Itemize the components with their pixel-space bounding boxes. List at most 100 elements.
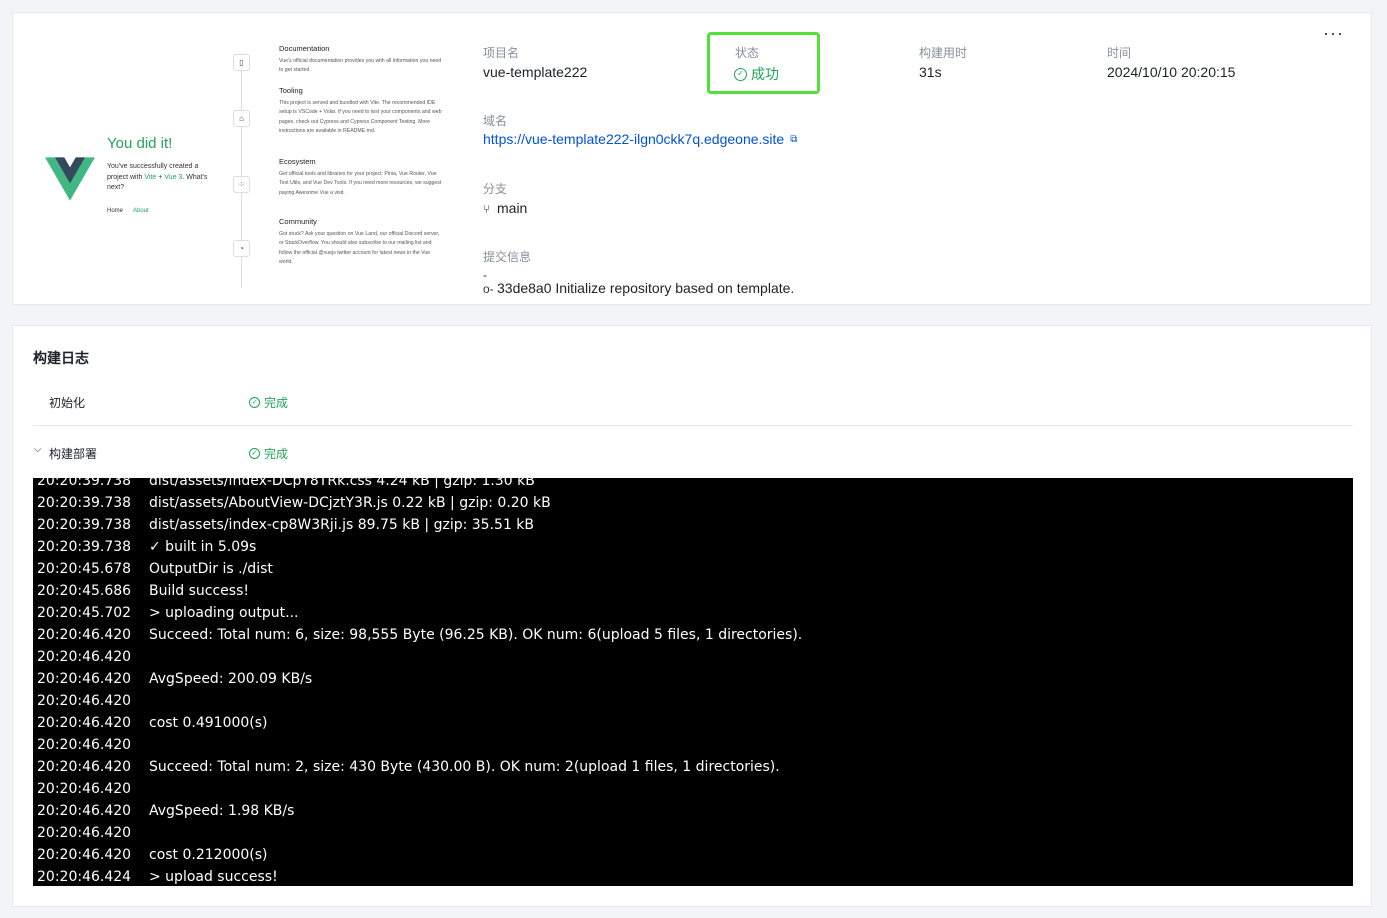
community-icon: ◔ [233, 240, 250, 257]
time-value: 2024/10/10 20:20:15 [1107, 64, 1236, 80]
status-label: 状态 [735, 46, 760, 60]
domain-label: 域名 [483, 114, 508, 128]
chevron-down-icon[interactable]: ⌵ [34, 444, 42, 455]
commit-label: 提交信息 [483, 250, 532, 264]
log-message: dist/assets/AboutView-DCjztY3R.js 0.22 k… [149, 495, 551, 511]
preview-nav-about: About [133, 208, 149, 214]
log-lines: 20:20:39.738 dist/assets/index-DCpY8TRk.c… [33, 478, 1353, 886]
log-timestamp: 20:20:45.702 [37, 605, 132, 621]
step-row-build-deploy[interactable]: ⌵ 构建部署 ✓ 完成 [33, 427, 1353, 477]
log-message: dist/assets/index-cp8W3Rji.js 89.75 kB |… [149, 517, 535, 533]
log-timestamp: 20:20:46.420 [37, 627, 132, 643]
log-timestamp: 20:20:46.420 [37, 715, 132, 731]
log-timestamp: 20:20:46.420 [37, 649, 132, 665]
log-timestamp: 20:20:46.420 [37, 693, 132, 709]
log-timestamp: 20:20:46.424 [37, 869, 132, 885]
log-message: OutputDir is ./dist [149, 561, 273, 577]
preview-intro: You've successfully created a project wi… [107, 163, 208, 191]
log-line: 20:20:39.738 dist/assets/index-DCpY8TRk.c… [33, 478, 1353, 492]
vue-logo [45, 157, 95, 201]
log-timestamp: 20:20:46.420 [37, 781, 132, 797]
log-timestamp: 20:20:39.738 [37, 495, 132, 511]
status-value: ✓ 成功 [734, 64, 779, 84]
book-icon: ▯ [233, 54, 250, 71]
log-line: 20:20:46.424 > upload success! [33, 866, 1353, 886]
log-line: 20:20:46.420 AvgSpeed: 1.98 KB/s [33, 800, 1353, 822]
ecosystem-icon: ⁘ [233, 176, 250, 193]
log-message: cost 0.491000(s) [149, 715, 268, 731]
preview-nav: Home About [107, 208, 159, 214]
log-line: 20:20:45.678 OutputDir is ./dist [33, 558, 1353, 580]
step-status: ✓ 完成 [249, 445, 288, 462]
log-line: 20:20:46.420 [33, 734, 1353, 756]
more-options-button[interactable]: ··· [1323, 23, 1344, 44]
git-commit-icon: -o- [483, 268, 494, 296]
log-message: Succeed: Total num: 2, size: 430 Byte (4… [149, 759, 780, 775]
log-timestamp: 20:20:46.420 [37, 803, 132, 819]
step-name: 构建部署 [49, 447, 98, 461]
time-label: 时间 [1107, 46, 1132, 60]
log-console[interactable]: 20:20:39.738 dist/assets/index-DCpY8TRk.c… [33, 478, 1353, 886]
log-line: 20:20:46.420 AvgSpeed: 200.09 KB/s [33, 668, 1353, 690]
log-timestamp: 20:20:46.420 [37, 847, 132, 863]
log-line: 20:20:39.738 dist/assets/AboutView-DCjztY… [33, 492, 1353, 514]
log-line: 20:20:45.702 > uploading output... [33, 602, 1353, 624]
log-message: > uploading output... [149, 605, 299, 621]
log-line: 20:20:46.420 [33, 690, 1353, 712]
build-log-title: 构建日志 [33, 350, 89, 366]
log-line: 20:20:46.420 cost 0.491000(s) [33, 712, 1353, 734]
log-timestamp: 20:20:39.738 [37, 478, 132, 489]
step-row-init[interactable]: 初始化 ✓ 完成 [33, 376, 1353, 426]
log-line: 20:20:46.420 Succeed: Total num: 2, size:… [33, 756, 1353, 778]
log-timestamp: 20:20:39.738 [37, 539, 132, 555]
log-message: ✓ built in 5.09s [149, 539, 257, 555]
log-line: 20:20:45.686 Build success! [33, 580, 1353, 602]
step-name: 初始化 [49, 396, 86, 410]
check-circle-icon: ✓ [249, 397, 260, 408]
git-branch-icon: ⑂ [483, 202, 491, 216]
log-message: AvgSpeed: 200.09 KB/s [149, 671, 313, 687]
log-timestamp: 20:20:46.420 [37, 671, 132, 687]
log-timestamp: 20:20:39.738 [37, 517, 132, 533]
log-line: 20:20:39.738 ✓ built in 5.09s [33, 536, 1353, 558]
log-timestamp: 20:20:46.420 [37, 759, 132, 775]
log-timestamp: 20:20:45.686 [37, 583, 132, 599]
log-timestamp: 20:20:46.420 [37, 825, 132, 841]
log-message: dist/assets/index-DCpY8TRk.css 4.24 kB |… [149, 478, 535, 489]
tooling-icon: ⌂ [233, 110, 250, 127]
external-link-icon: ⧉ [790, 133, 798, 145]
preview-title: You did it! [107, 135, 173, 152]
build-duration-value: 31s [919, 64, 942, 80]
project-name-label: 项目名 [483, 46, 520, 60]
log-message: Build success! [149, 583, 249, 599]
log-message: AvgSpeed: 1.98 KB/s [149, 803, 295, 819]
preview-section-community: Community Got stuck? Ask your question on… [279, 217, 440, 265]
log-line: 20:20:46.420 cost 0.212000(s) [33, 844, 1353, 866]
project-name-value: vue-template222 [483, 64, 588, 80]
log-message: > upload success! [149, 869, 278, 885]
log-message: Succeed: Total num: 6, size: 98,555 Byte… [149, 627, 803, 643]
check-circle-icon: ✓ [249, 448, 260, 459]
status-field: 状态 ✓ 成功 [707, 32, 820, 94]
preview-section-documentation: Documentation Vue's official documentatio… [279, 44, 442, 74]
log-timestamp: 20:20:46.420 [37, 737, 132, 753]
log-line: 20:20:46.420 [33, 822, 1353, 844]
log-line: 20:20:46.420 Succeed: Total num: 6, size:… [33, 624, 1353, 646]
deployment-card: You did it! You've successfully created … [12, 12, 1372, 305]
build-log-card: 构建日志 初始化 ✓ 完成 ⌵ 构建部署 ✓ 完成 20:20:39.738 di… [12, 325, 1372, 907]
domain-link[interactable]: https://vue-template222-ilgn0ckk7q.edgeo… [483, 131, 797, 147]
site-preview-thumbnail[interactable]: You did it! You've successfully created … [13, 13, 463, 303]
preview-nav-home: Home [107, 208, 124, 214]
branch-value: ⑂ main [483, 200, 528, 216]
log-line: 20:20:46.420 [33, 778, 1353, 800]
log-message: cost 0.212000(s) [149, 847, 268, 863]
preview-section-ecosystem: Ecosystem Get official tools and librarie… [279, 157, 442, 196]
preview-section-tooling: Tooling This project is served and bundle… [279, 86, 442, 134]
build-duration-label: 构建用时 [919, 46, 968, 60]
check-circle-icon: ✓ [734, 67, 747, 81]
commit-value: -o- 33de8a0 Initialize repository based o… [483, 268, 795, 296]
step-status: ✓ 完成 [249, 394, 288, 411]
log-line: 20:20:39.738 dist/assets/index-cp8W3Rji.j… [33, 514, 1353, 536]
log-timestamp: 20:20:45.678 [37, 561, 132, 577]
log-line: 20:20:46.420 [33, 646, 1353, 668]
